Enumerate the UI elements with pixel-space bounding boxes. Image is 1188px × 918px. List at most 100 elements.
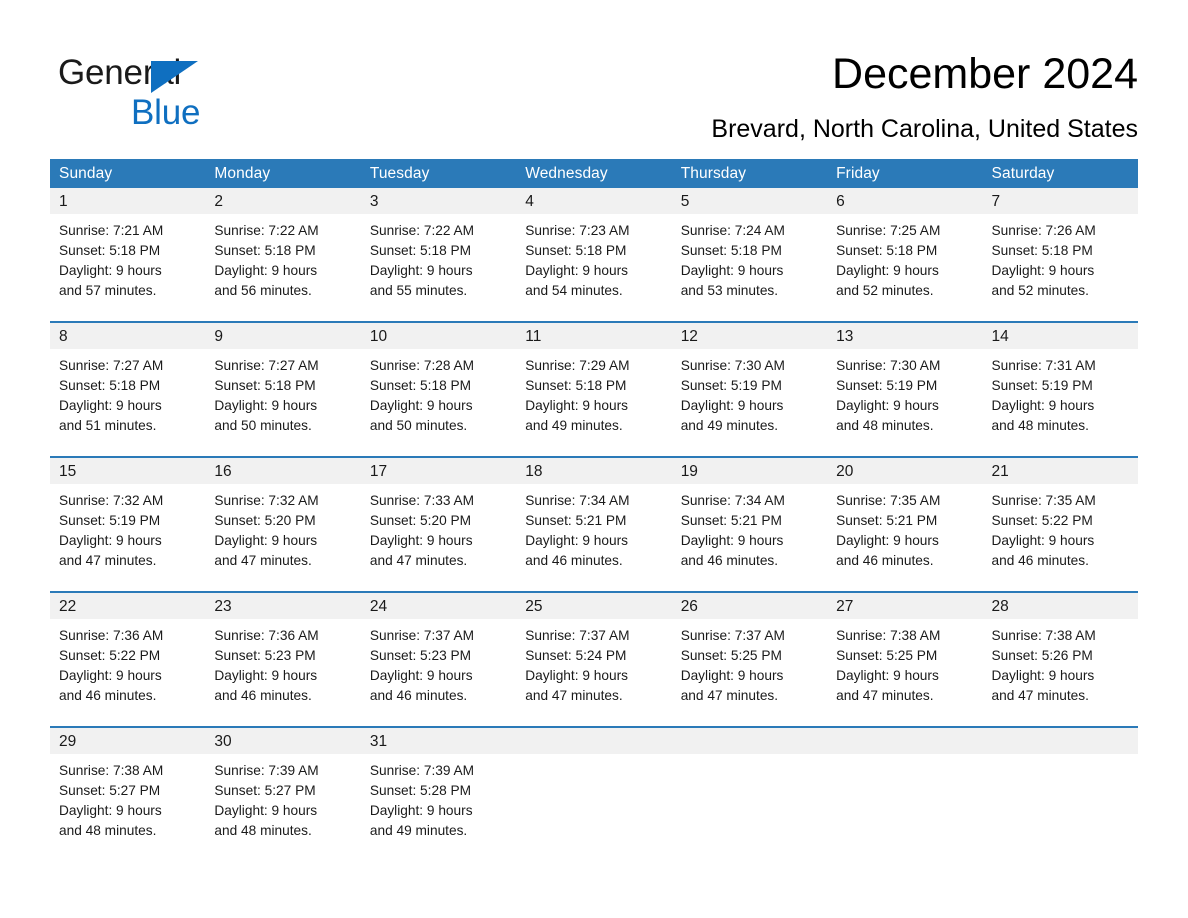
sunrise-text: Sunrise: 7:38 AM — [991, 628, 1096, 643]
daylight-text-line1: Daylight: 9 hours — [214, 398, 318, 414]
day-cell[interactable]: 5 Sunrise: 7:24 AM Sunset: 5:18 PM Dayli… — [671, 188, 828, 321]
day-cell[interactable]: 9 Sunrise: 7:27 AM Sunset: 5:18 PM Dayli… — [205, 323, 361, 456]
daylight-text-line1: Daylight: 9 hours — [59, 263, 162, 279]
day-cell-empty — [827, 728, 983, 861]
day-info: Sunrise: 7:38 AM Sunset: 5:26 PM Dayligh… — [983, 619, 1138, 706]
day-number-band — [516, 728, 672, 754]
daylight-text-line1: Daylight: 9 hours — [59, 803, 162, 819]
daylight-text-line1: Daylight: 9 hours — [214, 803, 318, 819]
page-title: December 2024 — [832, 50, 1138, 98]
day-cell[interactable]: 21 Sunrise: 7:35 AM Sunset: 5:22 PM Dayl… — [982, 458, 1138, 591]
week-row: 22 Sunrise: 7:36 AM Sunset: 5:22 PM Dayl… — [50, 591, 1138, 726]
day-cell[interactable]: 29 Sunrise: 7:38 AM Sunset: 5:27 PM Dayl… — [50, 728, 206, 861]
day-cell[interactable]: 7 Sunrise: 7:26 AM Sunset: 5:18 PM Dayli… — [982, 188, 1138, 321]
day-info: Sunrise: 7:22 AM Sunset: 5:18 PM Dayligh… — [361, 214, 516, 301]
day-info: Sunrise: 7:29 AM Sunset: 5:18 PM Dayligh… — [516, 349, 671, 436]
daylight-text-line2: and 47 minutes. — [369, 553, 468, 569]
brand-name-blue: Blue — [131, 93, 201, 132]
general-blue-logo[interactable]: General Blue — [58, 52, 318, 132]
daylight-text-line1: Daylight: 9 hours — [59, 398, 162, 414]
day-cell[interactable]: 27 Sunrise: 7:38 AM Sunset: 5:25 PM Dayl… — [827, 593, 983, 726]
sunset-text: Sunset: 5:19 PM — [991, 378, 1093, 394]
weekday-header-sunday: Sunday — [59, 165, 113, 182]
daylight-text-line1: Daylight: 9 hours — [525, 533, 628, 549]
day-number-band — [671, 728, 828, 754]
day-number: 14 — [991, 328, 1009, 345]
triangle-logo-icon — [151, 61, 198, 93]
calendar-grid: Sunday Monday Tuesday Wednesday Thursday… — [50, 159, 1138, 861]
daylight-text-line2: and 48 minutes. — [836, 418, 934, 434]
day-cell[interactable]: 8 Sunrise: 7:27 AM Sunset: 5:18 PM Dayli… — [50, 323, 206, 456]
day-number: 15 — [59, 463, 77, 480]
day-number-band — [827, 188, 983, 214]
sunrise-text: Sunrise: 7:21 AM — [59, 223, 164, 238]
day-cell[interactable]: 10 Sunrise: 7:28 AM Sunset: 5:18 PM Dayl… — [360, 323, 517, 456]
day-number-band — [205, 188, 361, 214]
weekday-header-thursday: Thursday — [680, 165, 747, 182]
sunset-text: Sunset: 5:21 PM — [680, 513, 782, 529]
day-cell[interactable]: 24 Sunrise: 7:37 AM Sunset: 5:23 PM Dayl… — [360, 593, 517, 726]
day-cell[interactable]: 14 Sunrise: 7:31 AM Sunset: 5:19 PM Dayl… — [982, 323, 1138, 456]
day-cell[interactable]: 23 Sunrise: 7:36 AM Sunset: 5:23 PM Dayl… — [205, 593, 361, 726]
day-cell[interactable]: 2 Sunrise: 7:22 AM Sunset: 5:18 PM Dayli… — [205, 188, 361, 321]
daylight-text-line2: and 47 minutes. — [59, 553, 157, 569]
day-number: 18 — [525, 463, 543, 480]
daylight-text-line2: and 47 minutes. — [836, 688, 934, 704]
day-cell[interactable]: 17 Sunrise: 7:33 AM Sunset: 5:20 PM Dayl… — [360, 458, 517, 591]
sunrise-text: Sunrise: 7:28 AM — [369, 358, 475, 373]
day-cell[interactable]: 31 Sunrise: 7:39 AM Sunset: 5:28 PM Dayl… — [360, 728, 517, 861]
week-row: 1 Sunrise: 7:21 AM Sunset: 5:18 PM Dayli… — [50, 188, 1138, 321]
day-cell[interactable]: 4 Sunrise: 7:23 AM Sunset: 5:18 PM Dayli… — [516, 188, 672, 321]
sunrise-text: Sunrise: 7:32 AM — [59, 493, 164, 508]
daylight-text-line2: and 47 minutes. — [214, 553, 312, 569]
sunrise-text: Sunrise: 7:36 AM — [214, 628, 319, 643]
day-number: 20 — [836, 463, 854, 480]
day-cell[interactable]: 25 Sunrise: 7:37 AM Sunset: 5:24 PM Dayl… — [516, 593, 672, 726]
day-cell[interactable]: 12 Sunrise: 7:30 AM Sunset: 5:19 PM Dayl… — [671, 323, 828, 456]
day-cell[interactable]: 30 Sunrise: 7:39 AM Sunset: 5:27 PM Dayl… — [205, 728, 361, 861]
sunset-text: Sunset: 5:18 PM — [525, 243, 627, 259]
day-info: Sunrise: 7:25 AM Sunset: 5:18 PM Dayligh… — [827, 214, 982, 301]
day-info: Sunrise: 7:32 AM Sunset: 5:20 PM Dayligh… — [205, 484, 360, 571]
day-cell[interactable]: 15 Sunrise: 7:32 AM Sunset: 5:19 PM Dayl… — [50, 458, 206, 591]
daylight-text-line1: Daylight: 9 hours — [369, 263, 473, 279]
day-number: 26 — [680, 598, 698, 615]
day-cell[interactable]: 11 Sunrise: 7:29 AM Sunset: 5:18 PM Dayl… — [516, 323, 672, 456]
daylight-text-line2: and 47 minutes. — [680, 688, 779, 704]
day-cell[interactable]: 20 Sunrise: 7:35 AM Sunset: 5:21 PM Dayl… — [827, 458, 983, 591]
page-subtitle: Brevard, North Carolina, United States — [711, 115, 1138, 143]
day-cell[interactable]: 1 Sunrise: 7:21 AM Sunset: 5:18 PM Dayli… — [50, 188, 206, 321]
day-cell[interactable]: 19 Sunrise: 7:34 AM Sunset: 5:21 PM Dayl… — [671, 458, 828, 591]
day-cell[interactable]: 3 Sunrise: 7:22 AM Sunset: 5:18 PM Dayli… — [360, 188, 517, 321]
daylight-text-line2: and 46 minutes. — [369, 688, 468, 704]
day-number-band — [516, 188, 672, 214]
sunset-text: Sunset: 5:21 PM — [836, 513, 938, 529]
day-number-band — [982, 188, 1138, 214]
sunset-text: Sunset: 5:23 PM — [369, 648, 472, 664]
day-number: 16 — [214, 463, 232, 480]
day-cell[interactable]: 22 Sunrise: 7:36 AM Sunset: 5:22 PM Dayl… — [50, 593, 206, 726]
day-cell[interactable]: 13 Sunrise: 7:30 AM Sunset: 5:19 PM Dayl… — [827, 323, 983, 456]
sunset-text: Sunset: 5:27 PM — [214, 783, 316, 799]
day-cell[interactable]: 6 Sunrise: 7:25 AM Sunset: 5:18 PM Dayli… — [827, 188, 983, 321]
sunrise-text: Sunrise: 7:35 AM — [836, 493, 941, 508]
daylight-text-line1: Daylight: 9 hours — [991, 263, 1095, 279]
day-cell[interactable]: 18 Sunrise: 7:34 AM Sunset: 5:21 PM Dayl… — [516, 458, 672, 591]
day-number-band — [205, 323, 361, 349]
day-cell[interactable]: 28 Sunrise: 7:38 AM Sunset: 5:26 PM Dayl… — [982, 593, 1138, 726]
day-cell[interactable]: 26 Sunrise: 7:37 AM Sunset: 5:25 PM Dayl… — [671, 593, 828, 726]
page-title-block: December 2024 — [438, 48, 1138, 100]
daylight-text-line1: Daylight: 9 hours — [836, 263, 939, 279]
day-cell[interactable]: 16 Sunrise: 7:32 AM Sunset: 5:20 PM Dayl… — [205, 458, 361, 591]
day-number: 3 — [369, 193, 379, 210]
sunrise-text: Sunrise: 7:30 AM — [836, 358, 941, 373]
day-number-band — [982, 728, 1138, 754]
day-info: Sunrise: 7:30 AM Sunset: 5:19 PM Dayligh… — [672, 349, 827, 436]
day-number: 29 — [59, 733, 77, 750]
daylight-text-line2: and 53 minutes. — [680, 283, 779, 299]
daylight-text-line1: Daylight: 9 hours — [525, 263, 628, 279]
sunrise-text: Sunrise: 7:22 AM — [369, 223, 475, 238]
day-number: 21 — [991, 463, 1009, 480]
day-info: Sunrise: 7:38 AM Sunset: 5:27 PM Dayligh… — [50, 754, 205, 841]
sunset-text: Sunset: 5:20 PM — [214, 513, 316, 529]
